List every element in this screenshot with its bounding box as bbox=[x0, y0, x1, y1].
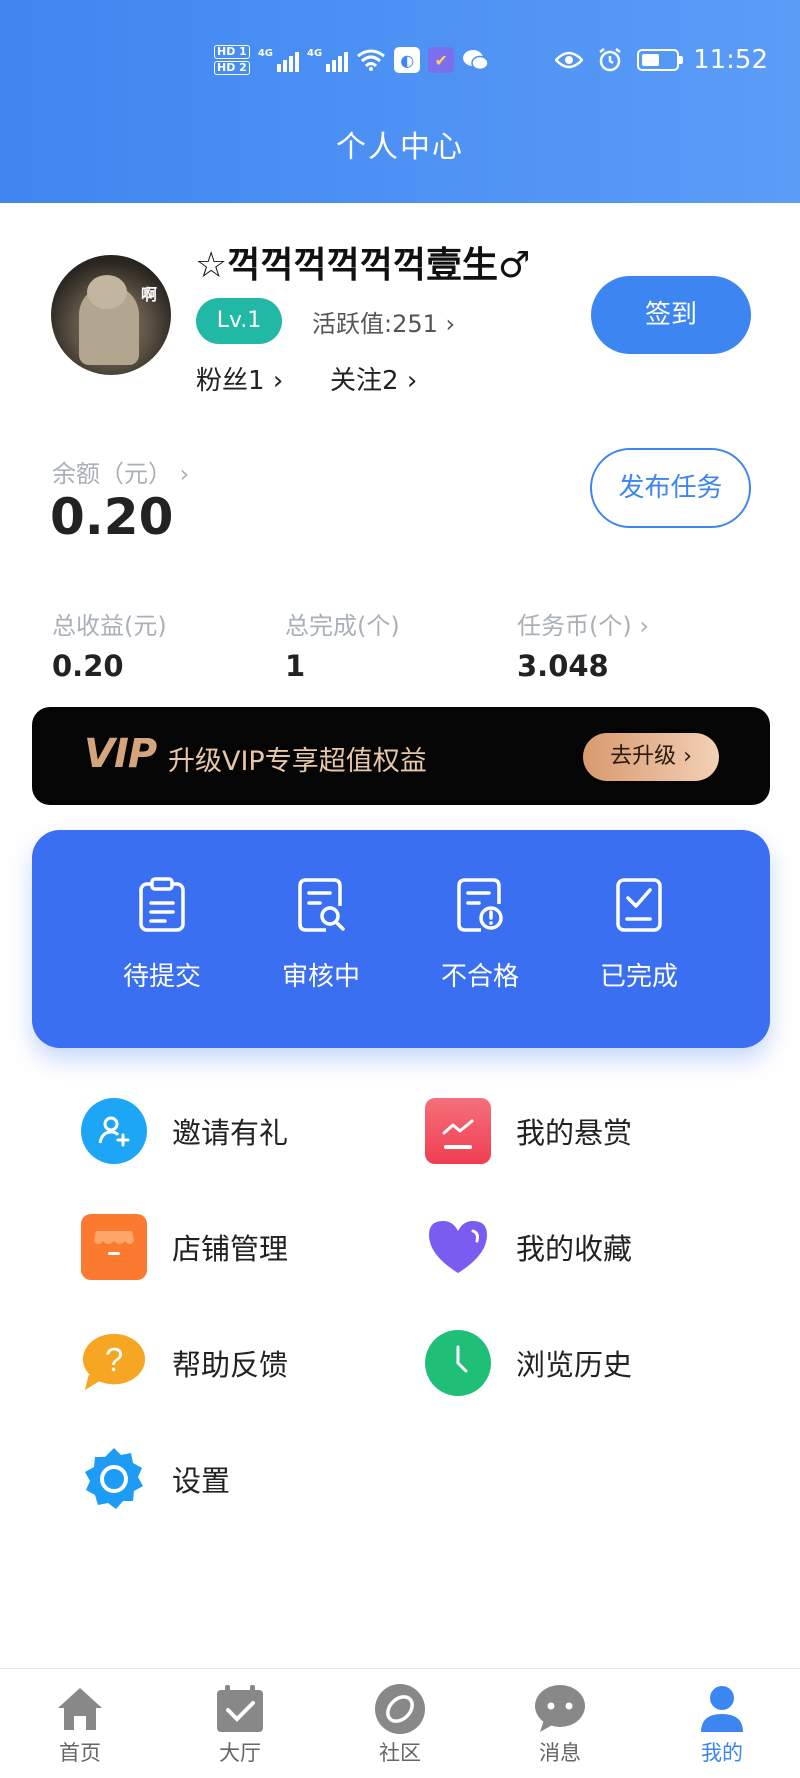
publish-task-button[interactable]: 发布任务 bbox=[590, 448, 751, 528]
home-icon bbox=[54, 1683, 106, 1735]
tab-label: 首页 bbox=[59, 1741, 101, 1765]
chevron-right-icon: › bbox=[631, 612, 649, 640]
task-reviewing[interactable]: 审核中 bbox=[261, 876, 381, 993]
chevron-right-icon: › bbox=[445, 310, 456, 338]
menu-my-rewards[interactable]: 我的悬赏 bbox=[425, 1096, 632, 1166]
tab-hall[interactable]: 大厅 bbox=[200, 1683, 280, 1767]
activity-link[interactable]: 活跃值:251 › bbox=[312, 304, 455, 339]
stat-label: 总完成(个) bbox=[285, 612, 400, 640]
task-label: 待提交 bbox=[122, 962, 201, 992]
menu-label: 我的收藏 bbox=[516, 1232, 633, 1266]
tab-community[interactable]: 社区 bbox=[360, 1683, 440, 1767]
help-icon: ? bbox=[81, 1330, 147, 1396]
avatar[interactable]: 啊 bbox=[51, 255, 171, 375]
heart-icon bbox=[425, 1214, 491, 1280]
menu-invite[interactable]: 邀请有礼 bbox=[81, 1096, 288, 1166]
calendar-check-icon bbox=[214, 1683, 266, 1735]
vip-banner[interactable]: VIP 升级VIP专享超值权益 去升级 › bbox=[32, 707, 770, 805]
avatar-caption: 啊 bbox=[140, 285, 157, 304]
reward-icon bbox=[425, 1098, 491, 1164]
fans-count: 粉丝1 bbox=[196, 366, 265, 396]
following-count: 关注2 bbox=[330, 366, 399, 396]
alarm-icon bbox=[599, 48, 621, 72]
app-icon: ◐ bbox=[394, 47, 421, 73]
menu-label: 邀请有礼 bbox=[172, 1116, 289, 1150]
activity-value: 活跃值:251 bbox=[312, 310, 438, 338]
wechat-icon bbox=[463, 50, 489, 71]
clipboard-icon bbox=[139, 877, 185, 932]
balance-link[interactable]: 余额（元） › bbox=[52, 454, 189, 489]
fans-link[interactable]: 粉丝1 › bbox=[196, 360, 283, 397]
level-badge: Lv.1 bbox=[196, 298, 282, 344]
stat-label: 任务币(个) bbox=[517, 612, 632, 640]
stat-value: 1 bbox=[285, 649, 306, 683]
following-link[interactable]: 关注2 › bbox=[330, 360, 417, 397]
svg-text:?: ? bbox=[105, 1341, 123, 1378]
balance-label: 余额（元） bbox=[52, 460, 172, 488]
network-indicator-1: HD 1 bbox=[214, 45, 250, 59]
menu-store-management[interactable]: 店铺管理 bbox=[81, 1212, 288, 1282]
vip-logo: VIP bbox=[84, 731, 157, 777]
username: ☆꺽꺽꺽꺽꺽꺽壹生♂ bbox=[195, 245, 531, 286]
stat-value: 0.20 bbox=[52, 649, 124, 683]
tab-home[interactable]: 首页 bbox=[40, 1683, 120, 1767]
store-icon bbox=[81, 1214, 147, 1280]
battery-icon bbox=[637, 49, 684, 71]
community-icon bbox=[374, 1683, 426, 1735]
tab-label: 消息 bbox=[539, 1741, 581, 1765]
document-check-icon bbox=[616, 878, 662, 932]
stat-total-earnings: 总收益(元) 0.20 bbox=[52, 606, 167, 683]
status-bar: HD 1 HD 2 4G 4G ◐ ✔ 11:52 bbox=[0, 38, 800, 82]
menu-settings[interactable]: 设置 bbox=[81, 1444, 230, 1514]
stat-task-coins[interactable]: 任务币(个) › 3.048 bbox=[517, 606, 649, 683]
page-title: 个人中心 bbox=[336, 130, 464, 165]
clock-icon bbox=[425, 1330, 491, 1396]
menu-browse-history[interactable]: 浏览历史 bbox=[425, 1328, 632, 1398]
menu-label: 帮助反馈 bbox=[172, 1348, 289, 1382]
tab-label: 大厅 bbox=[219, 1741, 261, 1765]
vip-upgrade-button[interactable]: 去升级 › bbox=[583, 733, 719, 781]
tab-mine[interactable]: 我的 bbox=[682, 1683, 762, 1767]
gear-icon bbox=[81, 1446, 147, 1512]
tab-messages[interactable]: 消息 bbox=[520, 1683, 600, 1767]
tab-label: 我的 bbox=[701, 1741, 743, 1765]
chevron-right-icon: › bbox=[179, 460, 190, 488]
task-pending-submit[interactable]: 待提交 bbox=[102, 876, 222, 993]
stat-value: 3.048 bbox=[517, 649, 609, 683]
menu-label: 浏览历史 bbox=[516, 1348, 633, 1382]
user-icon bbox=[696, 1683, 748, 1735]
eye-icon bbox=[555, 51, 584, 69]
wifi-icon bbox=[357, 49, 386, 71]
invite-icon bbox=[81, 1098, 147, 1164]
clock-time: 11:52 bbox=[693, 45, 768, 75]
network-indicator-2: HD 2 bbox=[214, 61, 250, 75]
document-search-icon bbox=[298, 878, 345, 932]
balance-value: 0.20 bbox=[50, 488, 174, 546]
signal-icon: 4G bbox=[307, 48, 349, 72]
tab-label: 社区 bbox=[379, 1741, 421, 1765]
stat-label: 总收益(元) bbox=[52, 612, 167, 640]
task-label: 不合格 bbox=[440, 962, 519, 992]
task-app-icon: ✔ bbox=[428, 47, 455, 73]
menu-help-feedback[interactable]: ? 帮助反馈 bbox=[81, 1328, 288, 1398]
menu-label: 设置 bbox=[172, 1464, 231, 1498]
stat-total-completed: 总完成(个) 1 bbox=[285, 606, 400, 683]
chat-icon bbox=[534, 1683, 586, 1735]
task-label: 审核中 bbox=[281, 962, 360, 992]
signin-button[interactable]: 签到 bbox=[591, 276, 751, 354]
chevron-right-icon: › bbox=[272, 366, 284, 396]
menu-label: 店铺管理 bbox=[172, 1232, 289, 1266]
task-failed[interactable]: 不合格 bbox=[420, 876, 540, 993]
vip-text: 升级VIP专享超值权益 bbox=[168, 746, 427, 777]
chevron-right-icon: › bbox=[406, 366, 418, 396]
document-alert-icon bbox=[457, 878, 503, 932]
menu-favorites[interactable]: 我的收藏 bbox=[425, 1212, 632, 1282]
task-status-panel: 待提交 审核中 不合格 已完成 bbox=[32, 830, 770, 1048]
task-label: 已完成 bbox=[599, 962, 678, 992]
header: HD 1 HD 2 4G 4G ◐ ✔ 11:52 个人中心 bbox=[0, 0, 800, 203]
signal-icon: 4G bbox=[258, 48, 299, 72]
task-completed[interactable]: 已完成 bbox=[579, 876, 699, 993]
bottom-tab-bar: 首页 大厅 社区 消息 我的 bbox=[0, 1668, 800, 1778]
menu-label: 我的悬赏 bbox=[516, 1116, 633, 1150]
